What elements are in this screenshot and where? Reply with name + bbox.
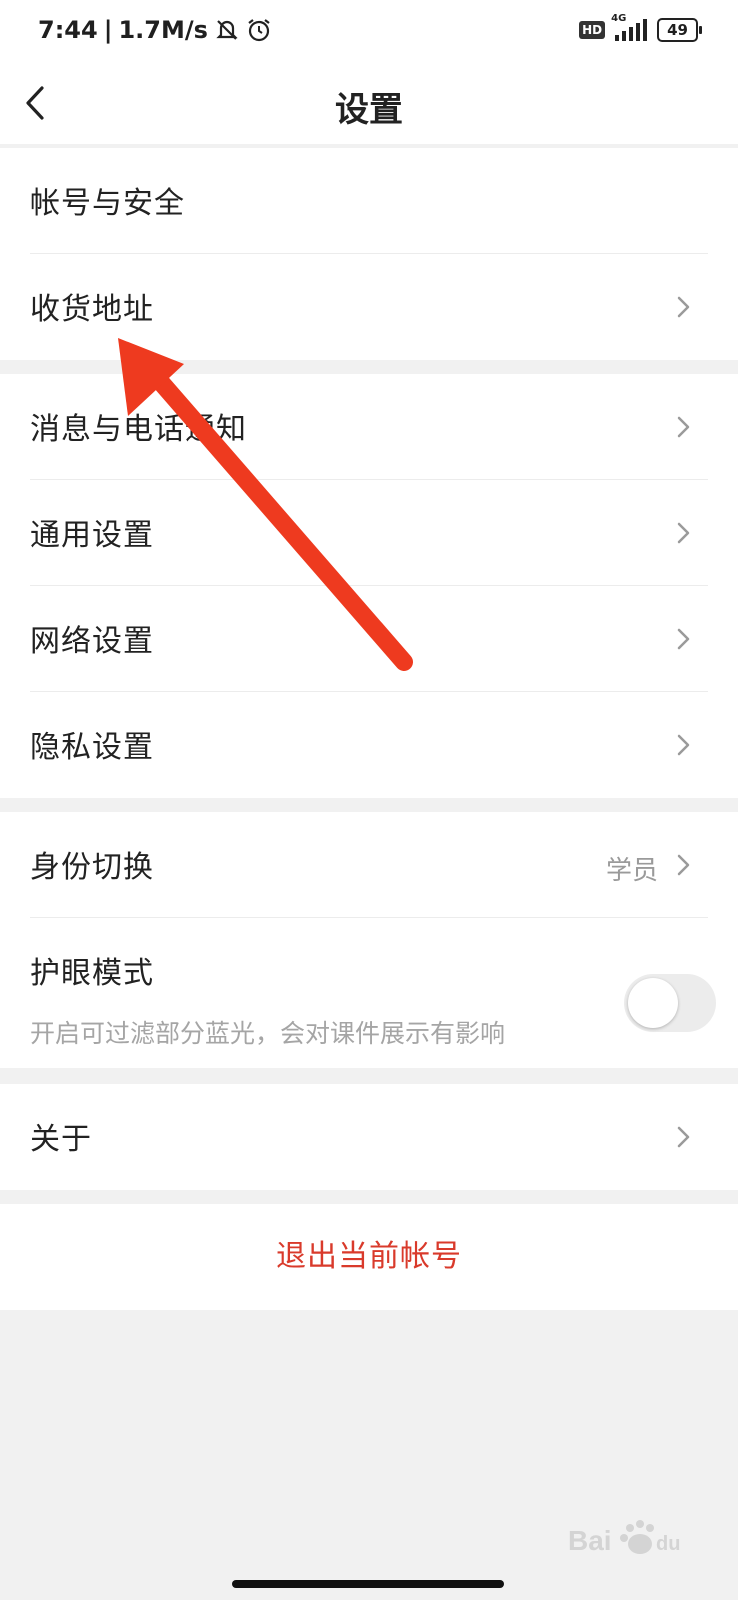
eye-protection-toggle[interactable] (624, 974, 716, 1032)
signal-icon: 4G (611, 13, 648, 41)
settings-group: 消息与电话通知 通用设置 网络设置 隐私设置 (0, 374, 738, 798)
status-time: 7:44 (38, 16, 98, 44)
about-group: 关于 (0, 1084, 738, 1190)
logout-button[interactable]: 退出当前帐号 (0, 1204, 738, 1310)
chevron-right-icon (677, 734, 690, 756)
privacy-settings-item[interactable]: 隐私设置 (0, 692, 738, 798)
page-title: 设置 (335, 90, 403, 130)
item-label: 隐私设置 (30, 730, 154, 765)
item-label: 网络设置 (30, 624, 154, 659)
chevron-right-icon (677, 522, 690, 544)
item-label: 通用设置 (30, 518, 154, 553)
item-label: 护眼模式 (30, 956, 154, 991)
item-label: 帐号与安全 (30, 186, 185, 221)
navigation-bar: 设置 (0, 64, 738, 144)
shipping-address-item[interactable]: 收货地址 (0, 254, 738, 360)
item-label: 消息与电话通知 (30, 412, 247, 447)
logout-group: 退出当前帐号 (0, 1204, 738, 1310)
svg-text:du: du (656, 1533, 680, 1555)
item-label: 身份切换 (30, 850, 154, 885)
chevron-right-icon (677, 628, 690, 650)
chevron-right-icon (677, 1126, 690, 1148)
chevron-right-icon (677, 296, 690, 318)
identity-value: 学员 (605, 856, 658, 886)
chevron-right-icon (677, 854, 690, 876)
item-description: 开启可过滤部分蓝光，会对课件展示有影响 (30, 1019, 506, 1048)
identity-group: 身份切换 学员 护眼模式 开启可过滤部分蓝光，会对课件展示有影响 (0, 812, 738, 1068)
baidu-watermark-logo: Bai du (568, 1520, 680, 1556)
account-group: 帐号与安全 收货地址 (0, 148, 738, 360)
chevron-right-icon (677, 416, 690, 438)
svg-text:Bai: Bai (568, 1525, 612, 1556)
hd-badge: HD (579, 21, 606, 39)
item-label: 关于 (30, 1122, 92, 1157)
battery-indicator: 49 (657, 18, 702, 42)
mute-icon (216, 20, 238, 40)
home-indicator[interactable] (232, 1580, 504, 1588)
status-bar: 7:44 | 1.7M/s HD 4G 49 (0, 0, 738, 64)
toggle-knob (628, 978, 678, 1028)
account-security-item[interactable]: 帐号与安全 (0, 148, 738, 254)
network-settings-item[interactable]: 网络设置 (0, 586, 738, 692)
item-label: 收货地址 (30, 292, 154, 327)
identity-switch-item[interactable]: 身份切换 学员 (0, 812, 738, 918)
eye-protection-item: 护眼模式 开启可过滤部分蓝光，会对课件展示有影响 (0, 918, 738, 1068)
general-settings-item[interactable]: 通用设置 (0, 480, 738, 586)
notification-settings-item[interactable]: 消息与电话通知 (0, 374, 738, 480)
alarm-icon (248, 19, 270, 42)
about-item[interactable]: 关于 (0, 1084, 738, 1190)
network-speed: 1.7M/s (118, 16, 208, 44)
